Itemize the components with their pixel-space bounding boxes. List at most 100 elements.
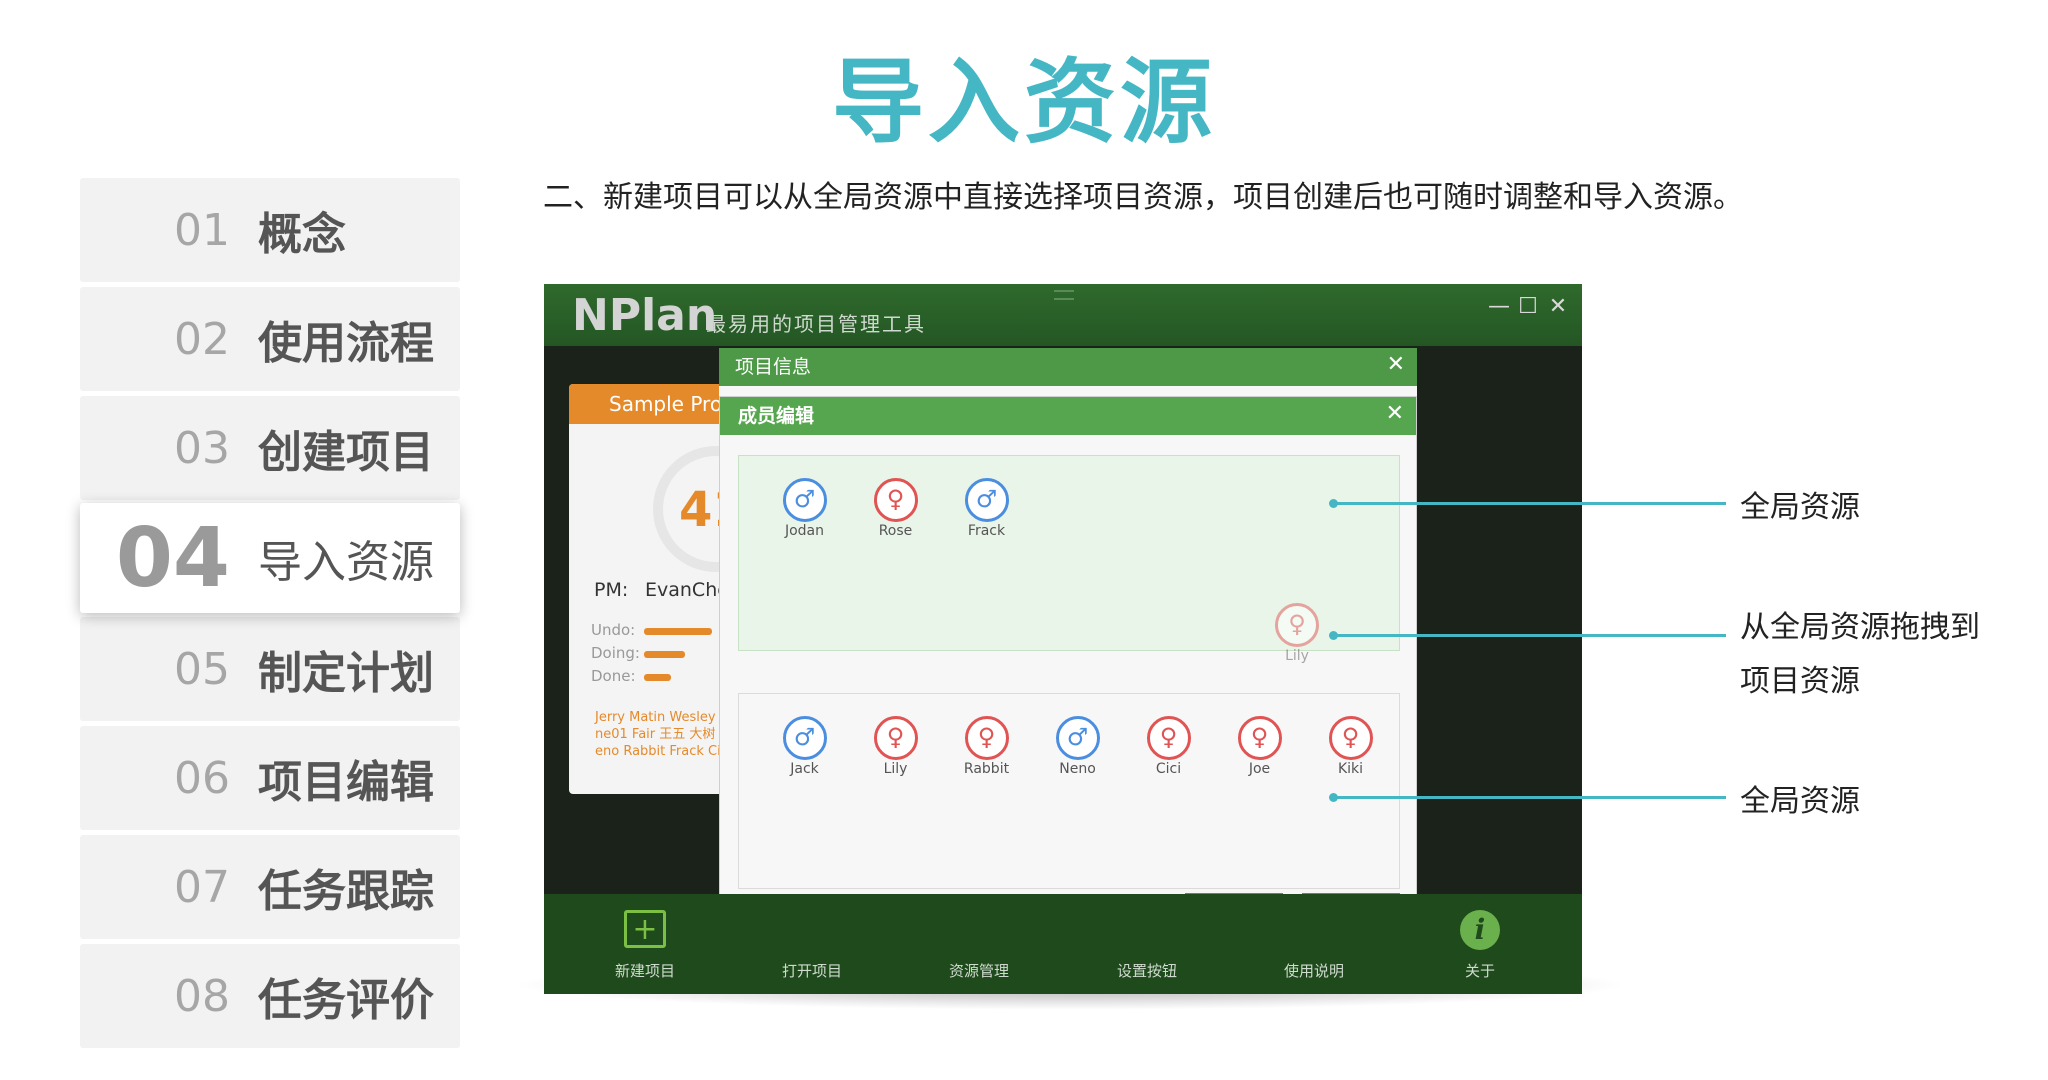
member-avatar-rose[interactable]: ♀ Rose <box>850 478 941 539</box>
nav-item-label: 创建项目 <box>258 427 434 478</box>
male-user-icon: ♂ <box>964 478 1009 522</box>
toolbar-settings[interactable]: 设置按钮 <box>1087 960 1207 981</box>
member-avatar-neno[interactable]: ♂ Neno <box>1032 716 1123 777</box>
nav-item-label: 任务跟踪 <box>258 866 434 917</box>
nav-item-06[interactable]: 06 项目编辑 <box>80 726 460 830</box>
bottom-toolbar: + 新建项目 打开项目 资源管理 设置按钮 使用说明 i 关于 <box>544 894 1582 994</box>
female-user-icon: ♀ <box>964 716 1009 760</box>
nav-item-04-active[interactable]: 04 导入资源 <box>80 503 460 613</box>
avatar-name: Kiki <box>1337 761 1364 777</box>
toolbar-open-project[interactable]: 打开项目 <box>752 960 872 981</box>
callout-line <box>1333 502 1726 505</box>
toolbar-resource-management[interactable]: 资源管理 <box>919 960 1039 981</box>
stat-doing-bar <box>644 651 685 658</box>
member-avatar-kiki[interactable]: ♀ Kiki <box>1305 716 1396 777</box>
avatar-name: Cici <box>1155 761 1182 777</box>
nav-item-07[interactable]: 07 任务跟踪 <box>80 835 460 939</box>
global-resources-list: ♂ Jodan ♀ Rose ♂ Frack <box>759 478 1032 539</box>
toolbar-about[interactable]: 关于 <box>1420 960 1540 981</box>
avatar-name: Frack <box>967 523 1006 539</box>
male-user-icon: ♂ <box>782 716 827 760</box>
nav-item-number: 05 <box>174 643 230 695</box>
avatar-name: Rose <box>878 523 913 539</box>
member-avatar-frack[interactable]: ♂ Frack <box>941 478 1032 539</box>
project-info-title: 项目信息 <box>719 348 1417 386</box>
female-user-icon: ♀ <box>1328 716 1373 760</box>
nav-item-02[interactable]: 02 使用流程 <box>80 287 460 391</box>
pm-value: EvanChe <box>645 579 729 601</box>
toolbar-help[interactable]: 使用说明 <box>1254 960 1374 981</box>
app-logo: NPlan <box>572 290 718 341</box>
avatar-name: Joe <box>1248 761 1271 777</box>
member-avatar-joe[interactable]: ♀ Joe <box>1214 716 1305 777</box>
new-project-folder-icon[interactable]: + <box>624 910 666 948</box>
male-user-icon: ♂ <box>782 478 827 522</box>
nav-item-label: 概念 <box>258 209 346 260</box>
maximize-icon[interactable]: ☐ <box>1518 294 1538 319</box>
minimize-icon[interactable]: — <box>1488 294 1510 319</box>
member-avatar-jack[interactable]: ♂ Jack <box>759 716 850 777</box>
section-description: 二、新建项目可以从全局资源中直接选择项目资源，项目创建后也可随时调整和导入资源。 <box>543 180 1743 215</box>
member-avatar-rabbit[interactable]: ♀ Rabbit <box>941 716 1032 777</box>
callout-line <box>1333 634 1726 637</box>
nav-item-08[interactable]: 08 任务评价 <box>80 944 460 1048</box>
member-edit-title: 成员编辑 <box>720 397 1416 435</box>
close-icon[interactable]: ✕ <box>1387 352 1405 377</box>
drag-grip-icon[interactable] <box>1054 290 1074 300</box>
section-nav: 01 概念 02 使用流程 03 创建项目 04 导入资源 05 制定计划 06… <box>80 178 460 1053</box>
pm-label: PM: <box>594 579 629 601</box>
nav-item-number: 01 <box>174 204 230 256</box>
dragging-avatar[interactable]: ♀ Lily <box>1267 603 1327 664</box>
callout-project-resources: 全局资源 <box>1740 784 1860 819</box>
nav-item-01[interactable]: 01 概念 <box>80 178 460 282</box>
nav-item-label: 导入资源 <box>258 537 434 588</box>
female-user-icon: ♀ <box>1146 716 1191 760</box>
callout-drag-line1: 从全局资源拖拽到 <box>1740 610 1980 645</box>
avatar-name: Lily <box>883 761 908 777</box>
project-resources-zone[interactable]: ♂ Jack ♀ Lily ♀ Rabbit ♂ Neno ♀ Cici ♀ Joe ♀ Kiki <box>738 693 1400 889</box>
avatar-name: Rabbit <box>963 761 1010 777</box>
toolbar-new-project[interactable]: 新建项目 <box>585 960 705 981</box>
close-icon[interactable]: ✕ <box>1548 294 1568 319</box>
member-avatar-cici[interactable]: ♀ Cici <box>1123 716 1214 777</box>
nav-item-label: 任务评价 <box>258 975 434 1026</box>
app-slogan: 最易用的项目管理工具 <box>706 312 926 336</box>
page-title: 导入资源 <box>831 49 1216 156</box>
stat-done-bar <box>644 674 671 681</box>
nav-item-number: 03 <box>174 422 230 474</box>
info-icon[interactable]: i <box>1460 910 1500 950</box>
nav-item-03[interactable]: 03 创建项目 <box>80 396 460 500</box>
member-avatar-lily[interactable]: ♀ Lily <box>850 716 941 777</box>
member-avatar-jodan[interactable]: ♂ Jodan <box>759 478 850 539</box>
avatar-name: Jack <box>790 761 819 777</box>
nplan-app-window: NPlan 最易用的项目管理工具 — ☐ ✕ Sample Proj 41 PM… <box>544 284 1582 994</box>
male-user-icon: ♂ <box>1055 716 1100 760</box>
nav-item-number: 06 <box>174 752 230 804</box>
nav-item-label: 项目编辑 <box>258 757 434 808</box>
female-user-icon: ♀ <box>1237 716 1282 760</box>
nav-item-number: 02 <box>174 313 230 365</box>
avatar-name: Lily <box>1285 648 1309 664</box>
avatar-name: Neno <box>1059 761 1096 777</box>
nav-item-number: 08 <box>174 970 230 1022</box>
female-user-icon: ♀ <box>873 478 918 522</box>
stat-doing-label: Doing: <box>591 644 640 662</box>
stat-undo-bar <box>644 628 712 635</box>
female-user-icon: ♀ <box>873 716 918 760</box>
callout-drag-line2: 项目资源 <box>1740 664 1860 699</box>
avatar-name: Jodan <box>784 523 825 539</box>
member-edit-dialog: 成员编辑 ✕ ♂ Jodan ♀ Rose ♂ Frack ♀ Lily ♂ Jack ♀ Li… <box>719 396 1417 956</box>
window-controls: — ☐ ✕ <box>1488 294 1568 319</box>
nav-item-label: 使用流程 <box>258 318 434 369</box>
nav-item-05[interactable]: 05 制定计划 <box>80 617 460 721</box>
nav-item-number: 07 <box>174 861 230 913</box>
close-icon[interactable]: ✕ <box>1386 401 1404 426</box>
app-titlebar[interactable]: NPlan 最易用的项目管理工具 — ☐ ✕ <box>544 284 1582 346</box>
nav-item-number: 04 <box>115 510 230 606</box>
callout-line <box>1333 796 1726 799</box>
stat-done-label: Done: <box>591 667 636 685</box>
stat-undo-label: Undo: <box>591 621 636 639</box>
callout-global-resources: 全局资源 <box>1740 490 1860 525</box>
project-resources-list: ♂ Jack ♀ Lily ♀ Rabbit ♂ Neno ♀ Cici ♀ Joe ♀ Kiki <box>759 716 1396 777</box>
nav-item-label: 制定计划 <box>258 648 434 699</box>
